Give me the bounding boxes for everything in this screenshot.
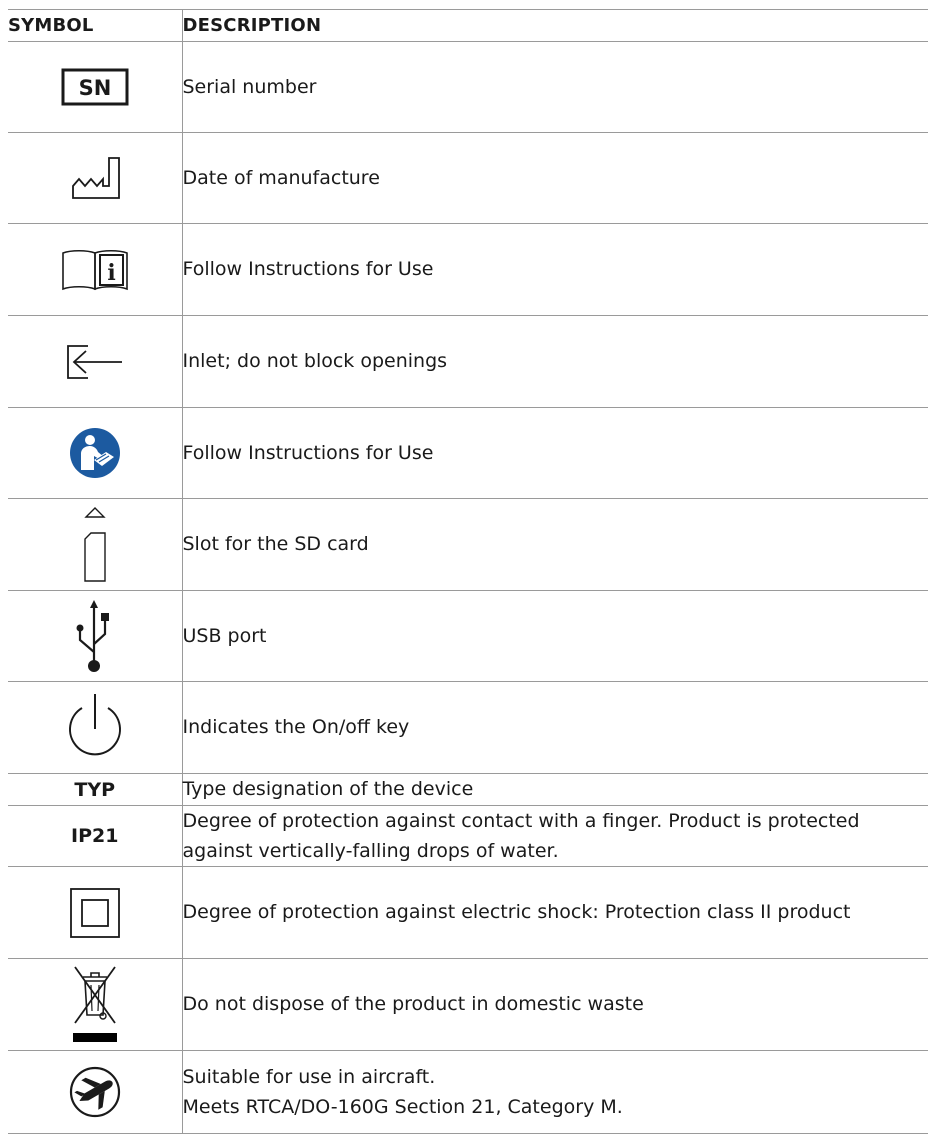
symbol-cell (8, 590, 183, 682)
symbol-cell: SN (8, 41, 183, 133)
symbol-cell (8, 958, 183, 1051)
symbol-cell (8, 866, 183, 959)
table-row: i Follow Instructions for Use (8, 223, 928, 316)
table-row: Degree of protection against electric sh… (8, 866, 928, 959)
description-line: against vertically-falling drops of wate… (182, 840, 559, 862)
table-row: Suitable for use in aircraft. Meets RTCA… (8, 1050, 928, 1134)
instructions-book-icon: i (61, 249, 128, 290)
table-row: TYP Type designation of the device (8, 773, 928, 806)
symbol-column-header: SYMBOL (8, 9, 183, 42)
table-row: Inlet; do not block openings (8, 315, 928, 408)
svg-text:SN: SN (78, 76, 111, 100)
symbol-cell (8, 407, 183, 499)
power-icon (68, 693, 121, 755)
protection-class-2-icon (69, 887, 120, 938)
ip-rating-symbol-text: IP21 (8, 805, 183, 867)
crossed-bin-icon (72, 965, 117, 1042)
table-row: Follow Instructions for Use (8, 407, 928, 499)
manufacture-date-icon (71, 157, 120, 199)
table-row: Indicates the On/off key (8, 681, 928, 774)
table-row: Slot for the SD card (8, 498, 928, 591)
table-row: USB port (8, 590, 928, 682)
symbol-cell (8, 498, 183, 591)
description-cell: Indicates the On/off key (181, 681, 928, 774)
description-cell: Follow Instructions for Use (181, 407, 928, 499)
symbol-cell: i (8, 223, 183, 316)
aircraft-icon (69, 1066, 120, 1118)
table-row: Date of manufacture (8, 132, 928, 224)
symbol-cell (8, 681, 183, 774)
table-row: SN Serial number (8, 41, 928, 133)
description-cell: Slot for the SD card (181, 498, 928, 591)
table-header-row: SYMBOL DESCRIPTION (8, 9, 928, 42)
description-cell: USB port (181, 590, 928, 682)
description-cell: Follow Instructions for Use (181, 223, 928, 316)
symbol-table: SYMBOL DESCRIPTION SN Serial number Date… (8, 9, 928, 1134)
svg-text:i: i (107, 260, 115, 286)
table-row: IP21 Degree of protection against contac… (8, 805, 928, 867)
symbol-cell (8, 132, 183, 224)
symbol-cell (8, 1050, 183, 1134)
description-cell: Degree of protection against contact wit… (181, 805, 928, 867)
sd-card-slot-icon (84, 506, 106, 582)
usb-icon (76, 600, 109, 672)
description-cell: Degree of protection against electric sh… (181, 866, 928, 959)
description-line: Meets RTCA/DO-160G Section 21, Category … (182, 1096, 623, 1118)
description-cell: Suitable for use in aircraft. Meets RTCA… (181, 1050, 928, 1134)
mandatory-read-manual-icon (69, 428, 120, 478)
description-cell: Type designation of the device (181, 773, 928, 806)
symbol-cell (8, 315, 183, 408)
description-cell: Date of manufacture (181, 132, 928, 224)
description-column-header: DESCRIPTION (181, 9, 928, 42)
description-line: Degree of protection against contact wit… (182, 810, 860, 832)
description-line: Suitable for use in aircraft. (182, 1066, 436, 1088)
table-row: Do not dispose of the product in domesti… (8, 958, 928, 1051)
inlet-arrow-icon (66, 344, 122, 379)
description-cell: Inlet; do not block openings (181, 315, 928, 408)
type-symbol-text: TYP (8, 773, 183, 806)
description-cell: Serial number (181, 41, 928, 133)
serial-number-icon: SN (61, 68, 129, 106)
description-cell: Do not dispose of the product in domesti… (181, 958, 928, 1051)
